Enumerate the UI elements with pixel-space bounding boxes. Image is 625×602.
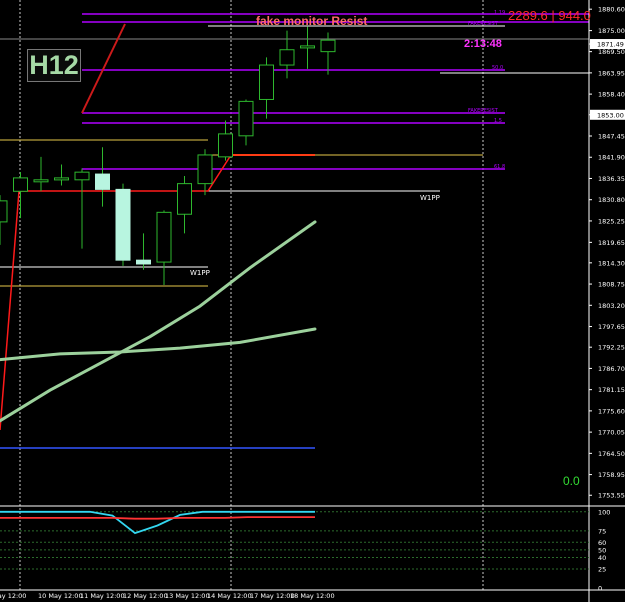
- candle-body: [33, 179, 49, 183]
- candle-body: [136, 259, 151, 265]
- fib-bottom-label: 1.5: [494, 118, 502, 124]
- price-tick-label: 1808.75: [598, 281, 625, 289]
- w1pp-label-mid: W1PP: [420, 194, 440, 202]
- price-tick-label: 1880.60: [598, 6, 625, 14]
- indicator-tick-label: 100: [598, 508, 610, 516]
- time-tick-label: 11 May 12:00: [80, 592, 125, 600]
- price-tick-label: 1770.05: [598, 429, 625, 437]
- price-tick-label: 1841.90: [598, 154, 625, 162]
- price-tick-label: 1781.15: [598, 386, 625, 394]
- price-tick-label: 1836.35: [598, 175, 625, 183]
- candle-body: [13, 177, 28, 192]
- indicator-tick-label: 75: [598, 527, 606, 535]
- time-tick-label: 10 May 12:00: [38, 592, 83, 600]
- price-tick-label: 1847.45: [598, 133, 625, 141]
- indicator-tick-label: 25: [598, 565, 606, 573]
- price-tick-label: 1875.00: [598, 27, 625, 35]
- time-tick-label: 18 May 12:00: [290, 592, 335, 600]
- indicator-tick-label: 0: [598, 585, 602, 593]
- fib-mid-label: 50.0: [492, 65, 503, 71]
- price-tick-label: 1830.80: [598, 196, 625, 204]
- candle-body: [54, 177, 69, 181]
- resist-small-label-2: FAKERESIST: [468, 108, 499, 114]
- candle-body: [74, 171, 90, 181]
- red-step-line: [0, 154, 315, 431]
- price-readout: 2289.6 | 944.0: [508, 8, 591, 23]
- current-price-label: 1871.49: [597, 41, 624, 49]
- price-tick-label: 1863.95: [598, 69, 625, 77]
- time-tick-label: 14 May 12:00: [207, 592, 252, 600]
- fib-upper-label: 1.19: [494, 10, 505, 16]
- price-tick-label: 1758.95: [598, 471, 625, 479]
- indicator-value: 0.0: [563, 474, 580, 488]
- price-tick-label: 1753.55: [598, 492, 625, 500]
- candle-body: [95, 173, 110, 190]
- price-tick-label: 1786.70: [598, 365, 625, 373]
- candle-body: [156, 211, 172, 263]
- timeframe-label: H12: [27, 49, 81, 82]
- price-tick-label: 1792.25: [598, 344, 625, 352]
- resist-small-label: FAKERESIST: [468, 21, 499, 27]
- price-chart[interactable]: W1PP W1PP FAKERESIST 1.19 50.0 FAKERESIST 1.5 6…: [0, 0, 625, 602]
- indicator-tick-label: 40: [598, 554, 606, 562]
- candle-body: [197, 154, 213, 185]
- candle-body: [0, 200, 8, 223]
- price-tick-label: 1869.50: [598, 48, 625, 56]
- price-tick-label: 1803.20: [598, 302, 625, 310]
- resist-title: fake monitor Resist: [256, 14, 368, 28]
- candle-countdown: 2:13:48: [464, 38, 502, 50]
- candle-body: [259, 64, 274, 100]
- price-tick-label: 1825.25: [598, 217, 625, 225]
- indicator-series-1: [0, 510, 315, 535]
- indicator-series-2: [0, 516, 315, 520]
- current-price-label: 1853.00: [597, 111, 624, 119]
- candle-body: [279, 49, 295, 66]
- candle-body: [300, 45, 315, 49]
- fib-lower-label: 61.8: [494, 164, 505, 170]
- price-tick-label: 1858.40: [598, 91, 625, 99]
- candle-body: [320, 39, 336, 53]
- time-tick-label: 17 May 12:00: [250, 592, 295, 600]
- time-tick-label: 12 May 12:00: [123, 592, 168, 600]
- price-tick-label: 1814.30: [598, 259, 625, 267]
- price-tick-label: 1775.60: [598, 407, 625, 415]
- red-trend-line: [81, 23, 126, 114]
- time-tick-label: 13 May 12:00: [165, 592, 210, 600]
- w1pp-label-low: W1PP: [190, 269, 210, 277]
- time-tick-label: 7 May 12:00: [0, 592, 26, 600]
- candle-body: [115, 188, 131, 261]
- candle-body: [238, 100, 254, 137]
- price-tick-label: 1819.65: [598, 239, 625, 247]
- candle-body: [218, 133, 233, 158]
- price-tick-label: 1764.50: [598, 450, 625, 458]
- price-tick-label: 1797.65: [598, 323, 625, 331]
- candle-body: [177, 183, 192, 215]
